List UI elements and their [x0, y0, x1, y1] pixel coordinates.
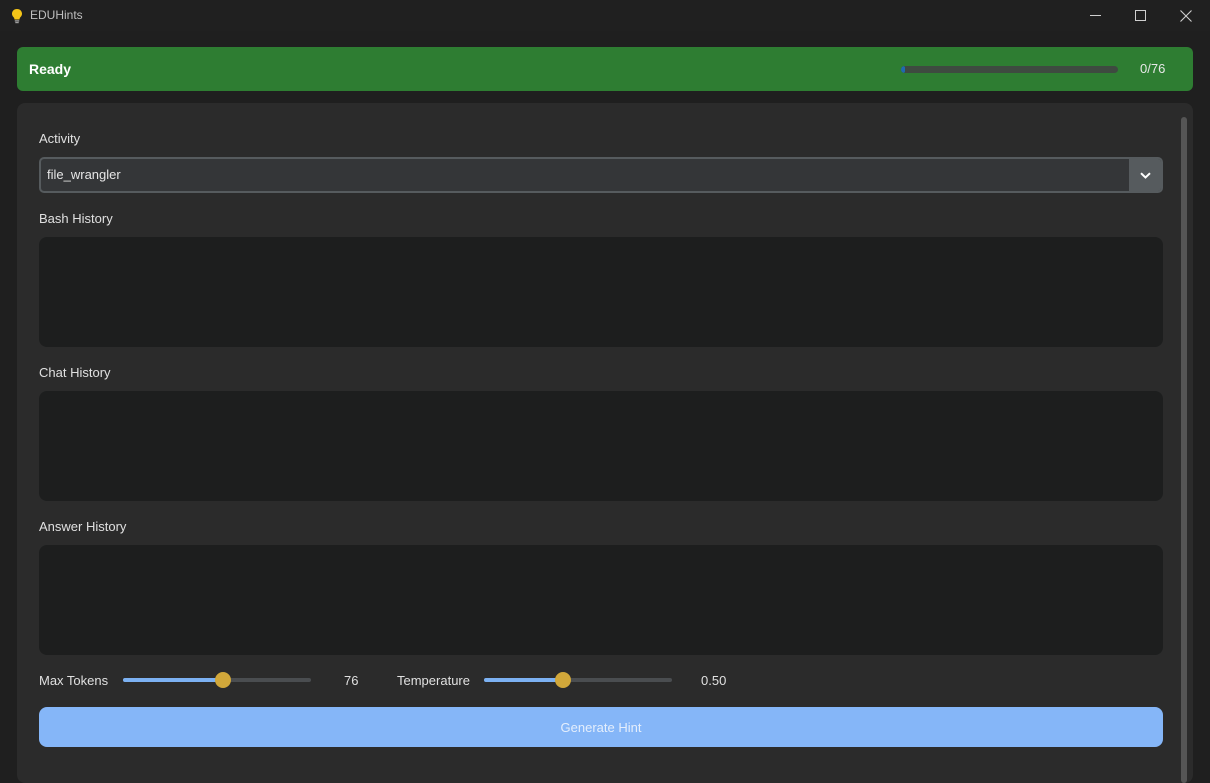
activity-label: Activity — [39, 131, 81, 146]
temperature-label: Temperature — [397, 673, 470, 688]
max-tokens-label: Max Tokens — [39, 673, 109, 688]
temperature-slider[interactable] — [484, 672, 672, 688]
temperature-slider-handle[interactable] — [554, 672, 571, 688]
max-tokens-slider-fill — [123, 678, 223, 682]
chevron-down-icon — [1139, 171, 1151, 179]
maximize-icon — [1134, 10, 1146, 21]
max-tokens-value: 76 — [344, 673, 359, 688]
answer-history-label: Answer History — [39, 519, 127, 534]
max-tokens-slider-handle[interactable] — [214, 672, 231, 688]
progress-count: 0/76 — [1140, 61, 1166, 76]
main-panel: Activity file_wrangler Bash History Chat… — [17, 103, 1193, 783]
minimize-button[interactable] — [1072, 0, 1118, 31]
bash-history-textbox[interactable] — [39, 237, 1163, 347]
title-bar: EDUHints — [0, 0, 1210, 31]
status-bar: Ready 0/76 — [17, 47, 1193, 91]
temperature-slider-fill — [484, 678, 563, 682]
max-tokens-slider[interactable] — [123, 672, 311, 688]
activity-dropdown[interactable]: file_wrangler — [39, 157, 1163, 193]
close-icon — [1180, 9, 1192, 22]
progress-fill — [901, 66, 906, 73]
chat-history-textbox[interactable] — [39, 391, 1163, 501]
vertical-scrollbar[interactable] — [1181, 117, 1187, 783]
minimize-icon — [1089, 15, 1101, 16]
status-text: Ready — [29, 61, 72, 77]
chat-history-label: Chat History — [39, 365, 111, 380]
activity-dropdown-button[interactable] — [1129, 159, 1161, 191]
generate-hint-button[interactable]: Generate Hint — [39, 707, 1163, 747]
temperature-value: 0.50 — [701, 673, 727, 688]
progress-bar — [901, 66, 1118, 73]
activity-value[interactable]: file_wrangler — [47, 167, 121, 182]
bash-history-label: Bash History — [39, 211, 113, 226]
window-title: EDUHints — [30, 8, 83, 22]
answer-history-textbox[interactable] — [39, 545, 1163, 655]
maximize-button[interactable] — [1117, 0, 1163, 31]
close-button[interactable] — [1163, 0, 1209, 31]
lightbulb-icon — [12, 9, 22, 24]
